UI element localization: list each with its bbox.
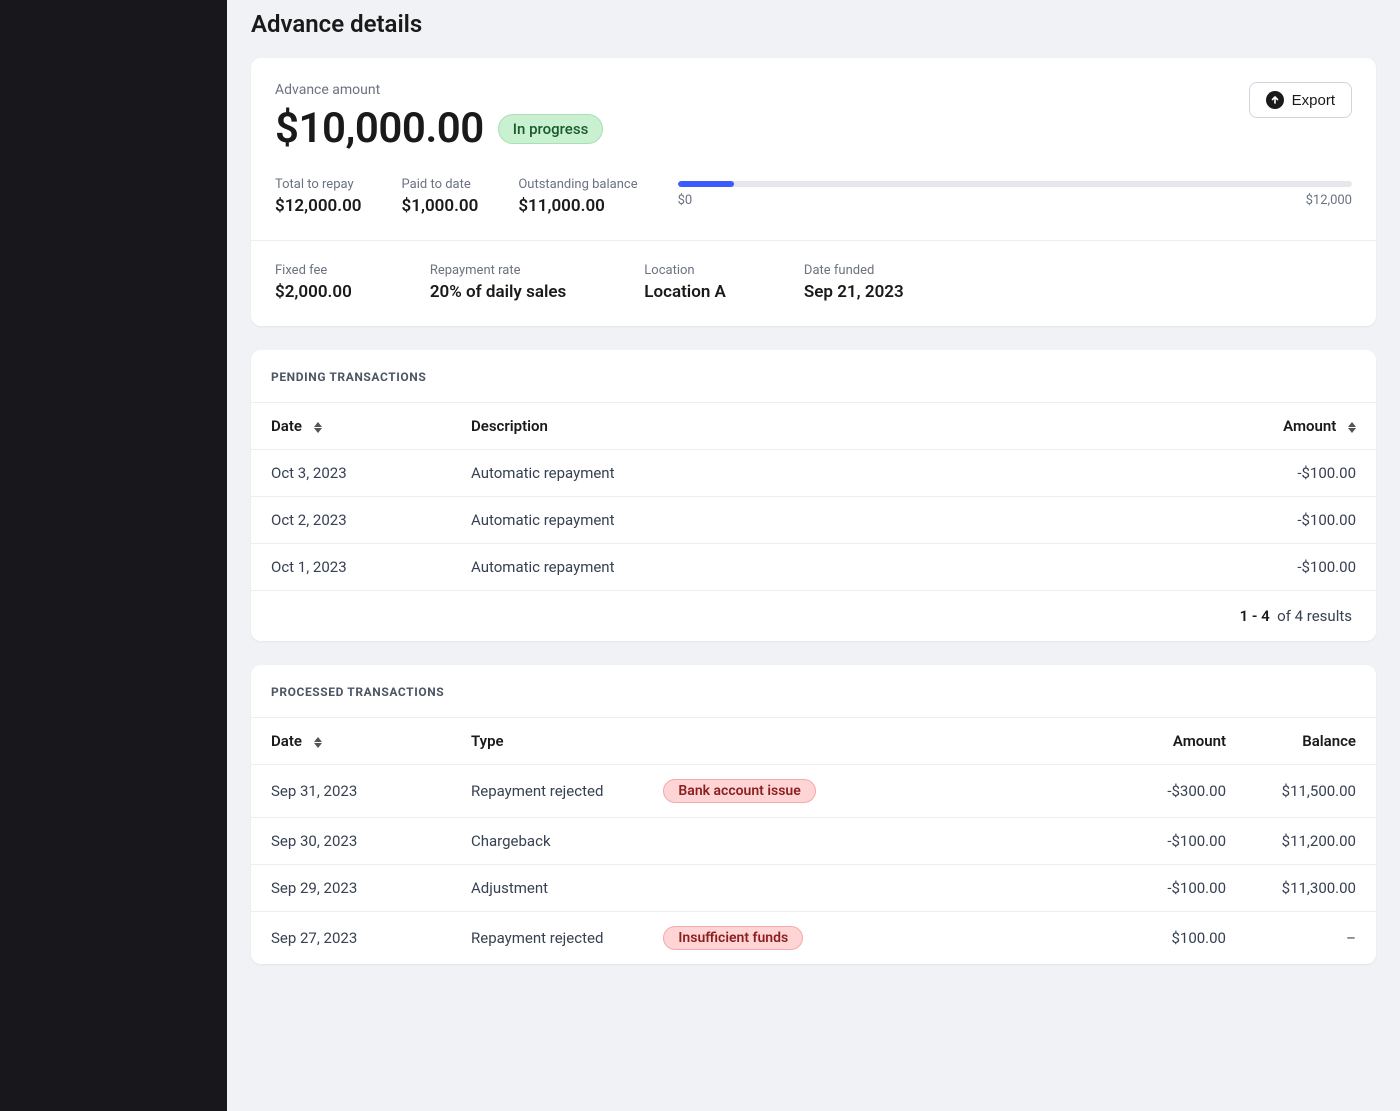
cell-amount: -$100.00 [1086,832,1226,850]
processed-transactions-card: PROCESSED TRANSACTIONS Date Type Amount … [251,665,1376,964]
advance-amount-value: $10,000.00 [275,104,484,153]
table-row[interactable]: Oct 1, 2023Automatic repayment-$100.00 [251,543,1376,590]
status-badge: In progress [498,114,604,144]
pending-pagination: 1 - 4 of 4 results [251,590,1376,641]
processed-col-type: Type [471,732,1086,750]
page-title: Advance details [251,0,1376,58]
processed-transactions-header: PROCESSED TRANSACTIONS [251,665,1376,717]
location-label: Location [644,263,726,278]
total-repay-label: Total to repay [275,177,362,192]
cell-description: Automatic repayment [471,511,1216,529]
total-repay-value: $12,000.00 [275,196,362,216]
processed-col-balance: Balance [1226,732,1356,750]
cell-date: Oct 3, 2023 [271,464,471,482]
cell-balance: $11,200.00 [1226,832,1356,850]
cell-date: Sep 29, 2023 [271,879,471,897]
pending-transactions-card: PENDING TRANSACTIONS Date Description Am… [251,350,1376,641]
location-value: Location A [644,282,726,302]
table-row[interactable]: Sep 31, 2023Repayment rejectedBank accou… [251,764,1376,817]
repayment-progress-fill [678,181,734,187]
cell-type: Repayment rejectedInsufficient funds [471,926,1086,950]
outstanding-value: $11,000.00 [518,196,637,216]
table-row[interactable]: Sep 27, 2023Repayment rejectedInsufficie… [251,911,1376,964]
progress-min: $0 [678,193,693,208]
pending-col-date[interactable]: Date [271,417,471,435]
table-row[interactable]: Oct 3, 2023Automatic repayment-$100.00 [251,449,1376,496]
cell-amount: -$100.00 [1086,879,1226,897]
processed-col-date[interactable]: Date [271,732,471,750]
outstanding-label: Outstanding balance [518,177,637,192]
status-tag: Insufficient funds [663,926,803,950]
pending-col-description: Description [471,417,1216,435]
paid-to-date-value: $1,000.00 [402,196,479,216]
export-button-label: Export [1292,92,1335,109]
paid-to-date-label: Paid to date [402,177,479,192]
cell-description: Automatic repayment [471,558,1216,576]
cell-type: Adjustment [471,879,1086,897]
sort-icon [1348,422,1356,433]
table-row[interactable]: Sep 30, 2023Chargeback-$100.00$11,200.00 [251,817,1376,864]
main-content: Advance details Advance amount $10,000.0… [227,0,1400,1111]
cell-description: Automatic repayment [471,464,1216,482]
cell-date: Oct 2, 2023 [271,511,471,529]
cell-balance: $11,300.00 [1226,879,1356,897]
pending-col-amount[interactable]: Amount [1216,417,1356,435]
cell-date: Oct 1, 2023 [271,558,471,576]
cell-amount: -$300.00 [1086,782,1226,800]
cell-amount: -$100.00 [1216,558,1356,576]
cell-date: Sep 27, 2023 [271,929,471,947]
export-icon [1266,91,1284,109]
date-funded-value: Sep 21, 2023 [804,282,904,302]
advance-summary-card: Advance amount $10,000.00 In progress Ex… [251,58,1376,326]
cell-date: Sep 31, 2023 [271,782,471,800]
repayment-rate-label: Repayment rate [430,263,566,278]
export-button[interactable]: Export [1249,82,1352,118]
repayment-rate-value: 20% of daily sales [430,282,566,302]
cell-type: Repayment rejectedBank account issue [471,779,1086,803]
status-tag: Bank account issue [663,779,815,803]
sidebar [0,0,227,1111]
fixed-fee-label: Fixed fee [275,263,352,278]
cell-amount: $100.00 [1086,929,1226,947]
date-funded-label: Date funded [804,263,904,278]
progress-max: $12,000 [1306,193,1352,208]
processed-col-amount: Amount [1086,732,1226,750]
cell-amount: -$100.00 [1216,511,1356,529]
cell-balance: $11,500.00 [1226,782,1356,800]
advance-amount-label: Advance amount [275,82,603,98]
cell-type: Chargeback [471,832,1086,850]
sort-icon [314,422,322,433]
table-row[interactable]: Sep 29, 2023Adjustment-$100.00$11,300.00 [251,864,1376,911]
cell-amount: -$100.00 [1216,464,1356,482]
repayment-progress [678,181,1352,187]
fixed-fee-value: $2,000.00 [275,282,352,302]
pending-transactions-header: PENDING TRANSACTIONS [251,350,1376,402]
sort-icon [314,737,322,748]
table-row[interactable]: Oct 2, 2023Automatic repayment-$100.00 [251,496,1376,543]
cell-balance: – [1226,929,1356,947]
cell-date: Sep 30, 2023 [271,832,471,850]
